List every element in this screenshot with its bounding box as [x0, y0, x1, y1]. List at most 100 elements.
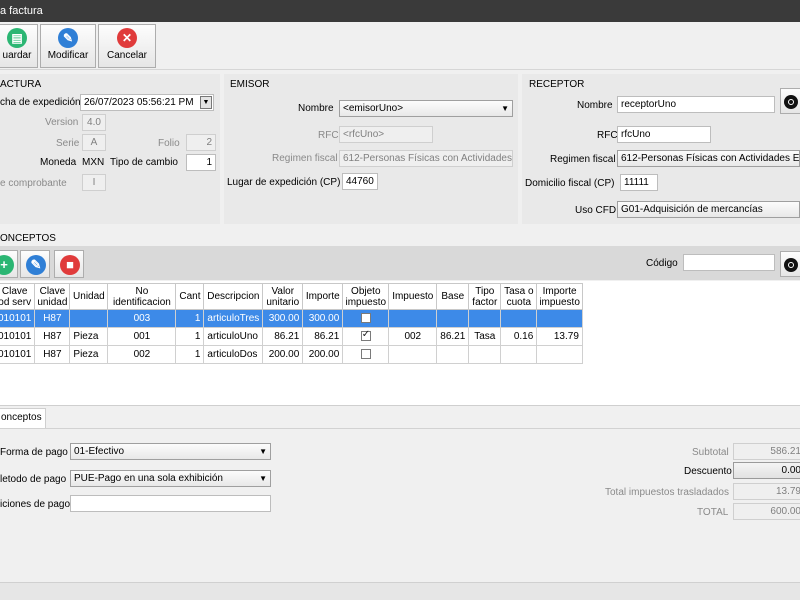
- forma-pago-value: 01-Efectivo: [74, 446, 125, 457]
- moneda-value: MXN: [82, 157, 105, 168]
- table-cell: 300.00: [262, 309, 304, 328]
- version-label: Version: [45, 117, 79, 128]
- receptor-search-button[interactable]: [780, 88, 800, 114]
- table-cell: 003: [107, 309, 177, 328]
- objeto-impuesto-checkbox[interactable]: [360, 313, 371, 324]
- receptor-nombre-input[interactable]: receptorUno: [617, 96, 775, 113]
- version-field: 4.0: [82, 114, 106, 131]
- table-row[interactable]: 010101 H87 Pieza 002 1 articuloDos 200.00 200.0…: [0, 345, 583, 364]
- chevron-down-icon[interactable]: ▼: [200, 96, 212, 109]
- table-cell: [468, 345, 502, 364]
- objeto-impuesto-cell: [342, 309, 390, 328]
- codigo-label: Código: [646, 258, 678, 269]
- tab-conceptos[interactable]: onceptos: [0, 408, 46, 428]
- edit-concepto-button[interactable]: ✎: [20, 250, 50, 278]
- pencil-icon: ✎: [58, 28, 78, 48]
- fecha-input[interactable]: 26/07/2023 05:56:21 PM ▼: [80, 94, 214, 111]
- receptor-rfc-input[interactable]: rfcUno: [617, 126, 711, 143]
- column-header[interactable]: Clave unidad: [34, 283, 71, 310]
- column-header[interactable]: Importe: [302, 283, 344, 310]
- chevron-down-icon: ▼: [501, 104, 509, 113]
- table-cell: 010101: [0, 327, 36, 346]
- column-header[interactable]: Clave od serv: [0, 283, 36, 310]
- column-header[interactable]: Tasa o cuota: [500, 283, 538, 310]
- tipo-cambio-input[interactable]: 1: [186, 154, 216, 171]
- table-cell: H87: [34, 345, 71, 364]
- add-concepto-button[interactable]: +: [0, 250, 18, 278]
- table-cell: H87: [34, 327, 71, 346]
- column-header[interactable]: Valor unitario: [262, 283, 304, 310]
- table-row[interactable]: 010101H87Pieza0011articuloUno86.2186.210…: [0, 327, 583, 346]
- folio-field: 2: [186, 134, 216, 151]
- emisor-rfc-label: RFC: [318, 130, 339, 141]
- save-button[interactable]: ▤ uardar: [0, 24, 38, 68]
- save-button-label: uardar: [2, 50, 32, 61]
- objeto-impuesto-checkbox[interactable]: [360, 349, 371, 360]
- tipo-comprobante-label: e comprobante: [0, 178, 67, 189]
- folio-label: Folio: [158, 138, 180, 149]
- table-cell: [468, 309, 502, 328]
- table-cell: 200.00: [302, 345, 344, 364]
- receptor-regimen-label: Regimen fiscal: [550, 154, 616, 165]
- receptor-section-title: RECEPTOR: [529, 79, 585, 90]
- column-header[interactable]: Objeto impuesto: [342, 283, 390, 310]
- modify-button-label: Modificar: [47, 50, 89, 61]
- delete-concepto-button[interactable]: ■: [54, 250, 84, 278]
- table-cell: 200.00: [262, 345, 304, 364]
- table-cell: 002: [107, 345, 177, 364]
- emisor-nombre-value: <emisorUno>: [343, 103, 404, 114]
- edit-icon: ✎: [26, 255, 46, 275]
- column-header[interactable]: Impuesto: [388, 283, 438, 310]
- table-cell: 001: [107, 327, 177, 346]
- condiciones-pago-input[interactable]: [70, 495, 271, 512]
- metodo-pago-label: letodo de pago: [0, 474, 67, 485]
- modify-button[interactable]: ✎ Modificar: [40, 24, 96, 68]
- emisor-regimen-label: Regimen fiscal: [272, 153, 338, 164]
- descuento-input[interactable]: 0.00: [733, 462, 800, 479]
- table-cell: Tasa: [468, 327, 502, 346]
- table-cell: [500, 345, 538, 364]
- column-header[interactable]: Descripcion: [203, 283, 264, 310]
- codigo-input[interactable]: [683, 254, 775, 271]
- window-title: a factura: [0, 5, 43, 17]
- metodo-pago-value: PUE-Pago en una sola exhibición: [74, 473, 223, 484]
- column-header[interactable]: Cant: [175, 283, 205, 310]
- add-icon: +: [0, 255, 14, 275]
- lugar-expedicion-input[interactable]: 44760: [342, 173, 378, 190]
- table-cell: articuloDos: [203, 345, 264, 364]
- objeto-impuesto-checkbox[interactable]: [360, 329, 371, 342]
- uso-cfdi-select[interactable]: G01-Adquisición de mercancías: [617, 201, 800, 218]
- forma-pago-select[interactable]: 01-Efectivo ▼: [70, 443, 271, 460]
- receptor-regimen-select[interactable]: 612-Personas Físicas con Actividades En: [617, 150, 800, 167]
- condiciones-pago-label: iciones de pago: [0, 499, 71, 510]
- column-header[interactable]: Base: [436, 283, 470, 310]
- total-label: TOTAL: [697, 507, 729, 518]
- table-row[interactable]: 010101 H87 003 1 articuloTres 300.00 300.00: [0, 309, 583, 328]
- impuestos-trasladados-field: 13.79: [733, 483, 800, 500]
- emisor-nombre-label: Nombre: [298, 103, 334, 114]
- table-cell: 1: [175, 309, 205, 328]
- codigo-search-button[interactable]: [780, 251, 800, 277]
- conceptos-section-title: ONCEPTOS: [0, 233, 56, 244]
- table-cell: 010101: [0, 309, 36, 328]
- fecha-label: cha de expedición: [0, 97, 81, 108]
- column-header[interactable]: Unidad: [69, 283, 109, 310]
- tipo-cambio-label: Tipo de cambio: [110, 157, 178, 168]
- cancel-button[interactable]: ✕ Cancelar: [98, 24, 156, 68]
- emisor-panel: [224, 74, 518, 224]
- column-header[interactable]: No identificacion: [107, 283, 177, 310]
- descuento-label: Descuento: [684, 466, 732, 477]
- lugar-expedicion-label: Lugar de expedición (CP): [227, 177, 341, 188]
- domicilio-fiscal-input[interactable]: 11111: [620, 174, 658, 191]
- emisor-nombre-select[interactable]: <emisorUno> ▼: [339, 100, 513, 117]
- emisor-rfc-field: <rfcUno>: [339, 126, 433, 143]
- search-icon: [784, 95, 798, 109]
- metodo-pago-select[interactable]: PUE-Pago en una sola exhibición ▼: [70, 470, 271, 487]
- table-cell: 13.79: [536, 327, 583, 346]
- cancel-button-label: Cancelar: [106, 50, 148, 61]
- trash-icon: ■: [60, 255, 80, 275]
- table-cell: [388, 345, 438, 364]
- window-close-button[interactable]: [756, 0, 800, 20]
- column-header[interactable]: Importe impuesto: [536, 283, 583, 310]
- column-header[interactable]: Tipo factor: [468, 283, 502, 310]
